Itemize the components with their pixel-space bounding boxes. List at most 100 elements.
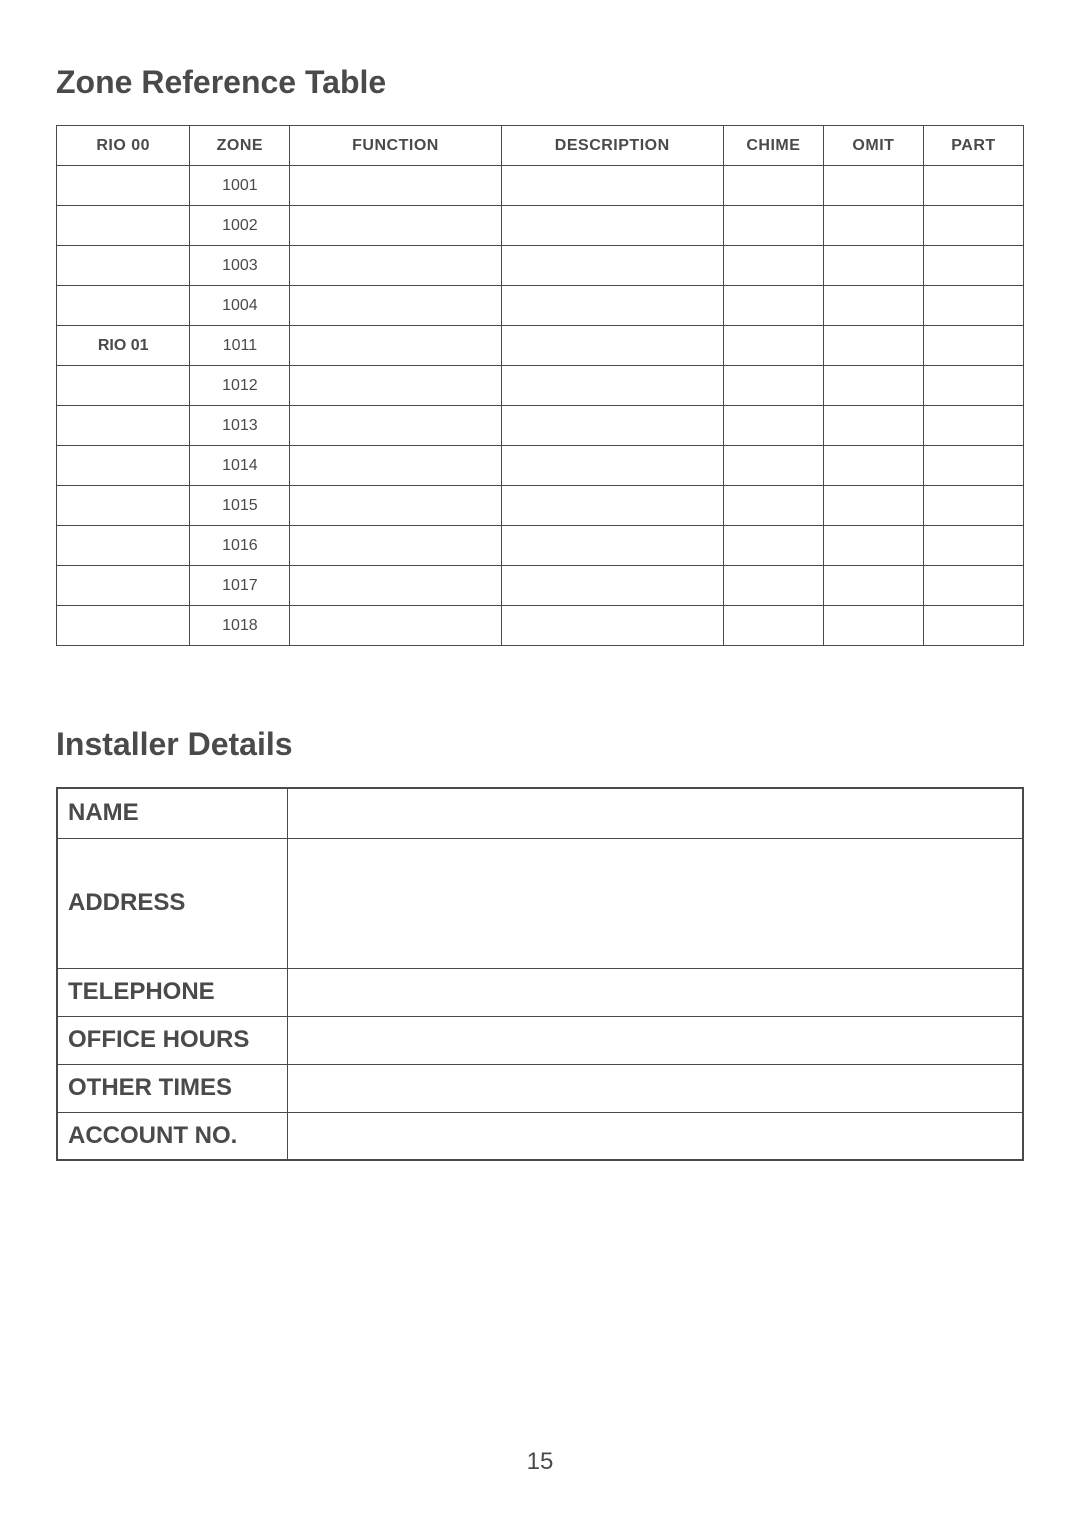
zone-cell-chime (723, 526, 823, 566)
zone-cell-omit (823, 566, 923, 606)
zone-cell-omit (823, 206, 923, 246)
zone-cell-rio (57, 286, 190, 326)
zone-cell-description (501, 486, 723, 526)
installer-row: OTHER TIMES (57, 1064, 1023, 1112)
zone-cell-omit (823, 286, 923, 326)
zone-cell-function (290, 166, 501, 206)
zone-cell-description (501, 246, 723, 286)
zone-cell-function (290, 486, 501, 526)
installer-value (287, 788, 1023, 838)
zone-cell-part (923, 406, 1023, 446)
zone-cell-rio (57, 486, 190, 526)
zone-cell-zone: 1016 (190, 526, 290, 566)
zone-cell-part (923, 526, 1023, 566)
installer-row: TELEPHONE (57, 968, 1023, 1016)
zone-cell-rio (57, 526, 190, 566)
zone-cell-zone: 1002 (190, 206, 290, 246)
installer-label: TELEPHONE (57, 968, 287, 1016)
zone-cell-zone: 1004 (190, 286, 290, 326)
zone-cell-description (501, 326, 723, 366)
zone-cell-zone: 1011 (190, 326, 290, 366)
zone-cell-chime (723, 246, 823, 286)
zone-cell-function (290, 246, 501, 286)
zone-cell-part (923, 166, 1023, 206)
zone-header-description: DESCRIPTION (501, 126, 723, 166)
zone-cell-function (290, 326, 501, 366)
zone-header-rio: RIO 00 (57, 126, 190, 166)
table-row: 1012 (57, 366, 1024, 406)
zone-cell-part (923, 366, 1023, 406)
zone-cell-function (290, 286, 501, 326)
table-row: 1002 (57, 206, 1024, 246)
zone-cell-function (290, 526, 501, 566)
table-row: 1003 (57, 246, 1024, 286)
zone-cell-chime (723, 206, 823, 246)
installer-details-table: NAMEADDRESSTELEPHONEOFFICE HOURSOTHER TI… (56, 787, 1024, 1161)
installer-row: ADDRESS (57, 838, 1023, 968)
zone-cell-omit (823, 406, 923, 446)
installer-details-heading: Installer Details (56, 726, 1024, 763)
zone-cell-part (923, 566, 1023, 606)
table-row: 1004 (57, 286, 1024, 326)
zone-cell-zone: 1015 (190, 486, 290, 526)
installer-value (287, 1112, 1023, 1160)
zone-cell-omit (823, 526, 923, 566)
table-row: 1013 (57, 406, 1024, 446)
installer-row: OFFICE HOURS (57, 1016, 1023, 1064)
zone-cell-function (290, 446, 501, 486)
table-row: 1015 (57, 486, 1024, 526)
table-row: 1001 (57, 166, 1024, 206)
zone-cell-omit (823, 486, 923, 526)
zone-cell-part (923, 486, 1023, 526)
document-page: Zone Reference Table RIO 00 ZONE FUNCTIO… (0, 0, 1080, 1532)
zone-header-part: PART (923, 126, 1023, 166)
zone-cell-description (501, 526, 723, 566)
zone-header-function: FUNCTION (290, 126, 501, 166)
installer-label: ADDRESS (57, 838, 287, 968)
installer-label: NAME (57, 788, 287, 838)
zone-cell-function (290, 566, 501, 606)
installer-value (287, 1016, 1023, 1064)
zone-cell-part (923, 446, 1023, 486)
zone-cell-rio (57, 366, 190, 406)
zone-cell-rio (57, 166, 190, 206)
zone-cell-rio (57, 406, 190, 446)
zone-cell-chime (723, 166, 823, 206)
zone-cell-zone: 1018 (190, 606, 290, 646)
installer-row: NAME (57, 788, 1023, 838)
table-row: 1017 (57, 566, 1024, 606)
table-row: 1016 (57, 526, 1024, 566)
table-row: 1018 (57, 606, 1024, 646)
zone-cell-chime (723, 486, 823, 526)
zone-cell-function (290, 406, 501, 446)
zone-cell-zone: 1017 (190, 566, 290, 606)
zone-cell-rio (57, 446, 190, 486)
zone-cell-zone: 1014 (190, 446, 290, 486)
zone-cell-description (501, 286, 723, 326)
installer-label: OTHER TIMES (57, 1064, 287, 1112)
table-row: 1014 (57, 446, 1024, 486)
zone-cell-part (923, 206, 1023, 246)
zone-cell-chime (723, 326, 823, 366)
installer-value (287, 968, 1023, 1016)
zone-cell-omit (823, 446, 923, 486)
table-row: RIO 011011 (57, 326, 1024, 366)
zone-cell-rio (57, 606, 190, 646)
installer-label: OFFICE HOURS (57, 1016, 287, 1064)
zone-header-zone: ZONE (190, 126, 290, 166)
zone-cell-description (501, 606, 723, 646)
installer-value (287, 838, 1023, 968)
zone-header-omit: OMIT (823, 126, 923, 166)
zone-cell-rio (57, 206, 190, 246)
zone-cell-chime (723, 446, 823, 486)
zone-cell-description (501, 166, 723, 206)
zone-table-header-row: RIO 00 ZONE FUNCTION DESCRIPTION CHIME O… (57, 126, 1024, 166)
zone-cell-rio (57, 566, 190, 606)
zone-cell-rio (57, 246, 190, 286)
zone-cell-omit (823, 606, 923, 646)
installer-value (287, 1064, 1023, 1112)
zone-cell-omit (823, 166, 923, 206)
zone-cell-chime (723, 366, 823, 406)
zone-reference-table: RIO 00 ZONE FUNCTION DESCRIPTION CHIME O… (56, 125, 1024, 646)
zone-cell-part (923, 606, 1023, 646)
